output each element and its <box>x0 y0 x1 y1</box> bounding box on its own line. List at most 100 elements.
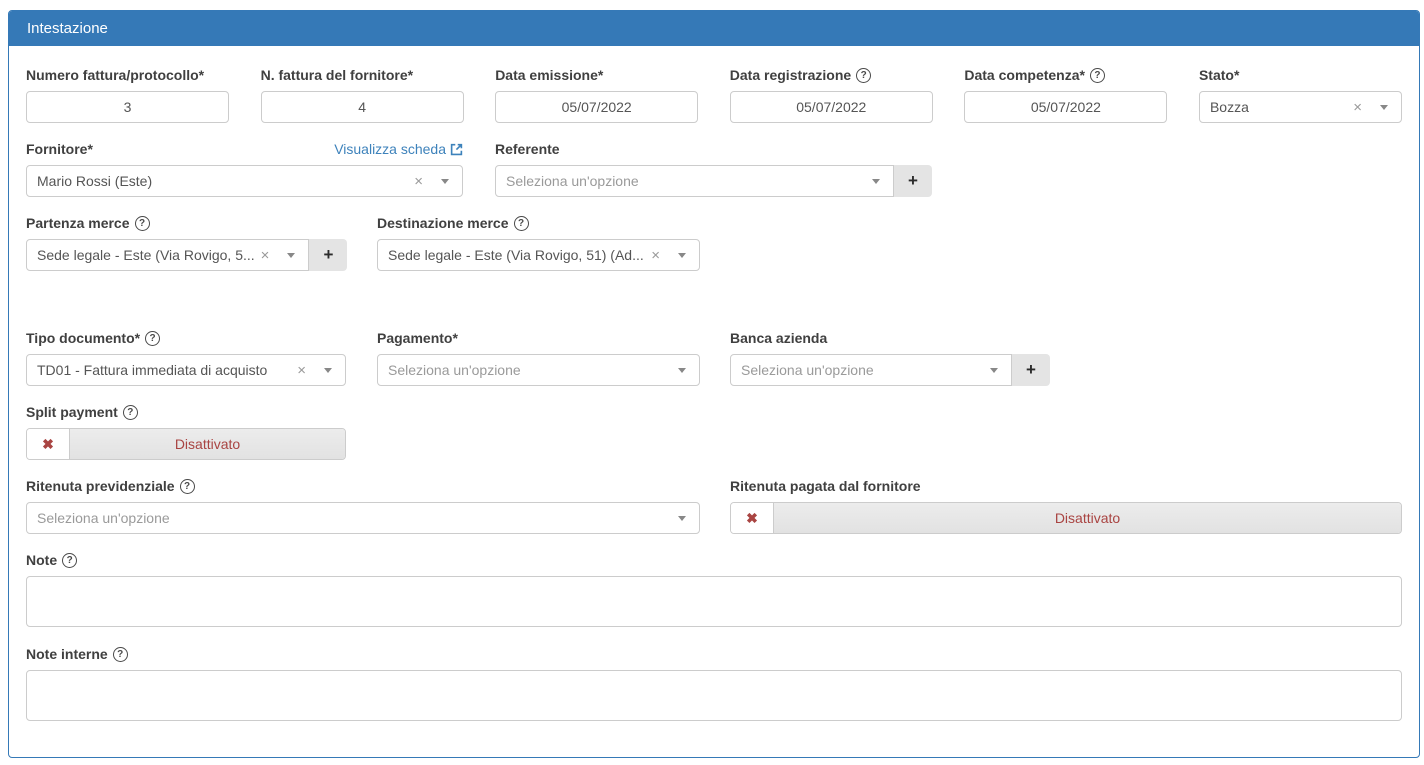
split-payment-state: Disattivato <box>70 429 345 459</box>
split-payment-toggle[interactable]: ✖ Disattivato <box>26 428 346 460</box>
field-data-registrazione: Data registrazione? <box>730 67 933 123</box>
n-fattura-fornitore-label: N. fattura del fornitore* <box>261 67 413 83</box>
dropdown-arrow-icon <box>678 368 686 373</box>
ritenuta-pagata-fornitore-toggle[interactable]: ✖ Disattivato <box>730 502 1402 534</box>
note-textarea[interactable] <box>26 576 1402 627</box>
dropdown-arrow-icon <box>441 179 449 184</box>
tipo-documento-select[interactable]: TD01 - Fattura immediata di acquisto × <box>26 354 346 386</box>
clear-icon[interactable]: × <box>261 248 270 263</box>
fornitore-selected-value: Mario Rossi (Este) <box>37 173 408 189</box>
help-icon[interactable]: ? <box>856 68 871 83</box>
field-n-fattura-fornitore: N. fattura del fornitore* <box>261 67 464 123</box>
panel-title: Intestazione <box>9 11 1419 46</box>
banca-azienda-select[interactable]: Seleziona un'opzione <box>730 354 1012 386</box>
help-icon[interactable]: ? <box>135 216 150 231</box>
data-emissione-input[interactable] <box>495 91 698 123</box>
field-ritenuta-previdenziale: Ritenuta previdenziale? Seleziona un'opz… <box>26 478 700 534</box>
field-pagamento: Pagamento* Seleziona un'opzione <box>377 330 700 386</box>
field-note: Note? <box>26 552 1402 627</box>
numero-fattura-input[interactable] <box>26 91 229 123</box>
visualizza-scheda-link[interactable]: Visualizza scheda <box>334 141 463 157</box>
pagamento-select[interactable]: Seleziona un'opzione <box>377 354 700 386</box>
destinazione-merce-selected-value: Sede legale - Este (Via Rovigo, 51) (Ad.… <box>388 247 645 263</box>
toggle-handle: ✖ <box>731 503 774 533</box>
stato-selected-value: Bozza <box>1210 99 1347 115</box>
destinazione-merce-label: Destinazione merce? <box>377 215 529 231</box>
data-competenza-input[interactable] <box>964 91 1167 123</box>
ritenuta-pagata-fornitore-label: Ritenuta pagata dal fornitore <box>730 478 921 494</box>
fornitore-select[interactable]: Mario Rossi (Este) × <box>26 165 463 197</box>
field-note-interne: Note interne? <box>26 646 1402 721</box>
toggle-off-icon: ✖ <box>746 511 758 525</box>
tipo-documento-label: Tipo documento*? <box>26 330 160 346</box>
ritenuta-previdenziale-select[interactable]: Seleziona un'opzione <box>26 502 700 534</box>
field-partenza-merce: Partenza merce? Sede legale - Este (Via … <box>26 215 345 271</box>
help-icon[interactable]: ? <box>62 553 77 568</box>
ritenuta-row: Ritenuta previdenziale? Seleziona un'opz… <box>26 478 1402 534</box>
field-tipo-documento: Tipo documento*? TD01 - Fattura immediat… <box>26 330 346 386</box>
fornitore-label: Fornitore* <box>26 141 93 157</box>
dropdown-arrow-icon <box>872 179 880 184</box>
field-stato: Stato* Bozza × <box>1199 67 1402 123</box>
ritenuta-previdenziale-label: Ritenuta previdenziale? <box>26 478 195 494</box>
data-competenza-label: Data competenza*? <box>964 67 1105 83</box>
help-icon[interactable]: ? <box>180 479 195 494</box>
field-fornitore: Fornitore* Visualizza scheda Mario Rossi… <box>26 141 463 197</box>
note-label: Note? <box>26 552 1402 568</box>
help-icon[interactable]: ? <box>145 331 160 346</box>
add-referente-button[interactable]: + <box>894 165 932 197</box>
external-link-icon <box>450 143 463 156</box>
field-data-competenza: Data competenza*? <box>964 67 1167 123</box>
ritenuta-previdenziale-placeholder: Seleziona un'opzione <box>37 510 678 526</box>
intestazione-panel: Intestazione Numero fattura/protocollo* … <box>8 10 1420 758</box>
dropdown-arrow-icon <box>678 516 686 521</box>
toggle-off-icon: ✖ <box>42 437 54 451</box>
clear-icon[interactable]: × <box>1353 100 1362 115</box>
add-partenza-merce-button[interactable]: + <box>309 239 347 271</box>
field-numero-fattura: Numero fattura/protocollo* <box>26 67 229 123</box>
field-banca-azienda: Banca azienda Seleziona un'opzione + <box>730 330 1050 386</box>
help-icon[interactable]: ? <box>514 216 529 231</box>
stato-label: Stato* <box>1199 67 1239 83</box>
n-fattura-fornitore-input[interactable] <box>261 91 464 123</box>
tipo-documento-selected-value: TD01 - Fattura immediata di acquisto <box>37 362 291 378</box>
field-split-payment: Split payment? ✖ Disattivato <box>26 404 346 460</box>
document-row-1: Tipo documento*? TD01 - Fattura immediat… <box>26 330 1402 386</box>
dropdown-arrow-icon <box>324 368 332 373</box>
help-icon[interactable]: ? <box>123 405 138 420</box>
ritenuta-pagata-fornitore-state: Disattivato <box>774 503 1401 533</box>
header-row-1: Numero fattura/protocollo* N. fattura de… <box>26 67 1402 123</box>
field-destinazione-merce: Destinazione merce? Sede legale - Este (… <box>377 215 700 271</box>
destinazione-merce-select[interactable]: Sede legale - Este (Via Rovigo, 51) (Ad.… <box>377 239 700 271</box>
clear-icon[interactable]: × <box>651 248 660 263</box>
clear-icon[interactable]: × <box>297 363 306 378</box>
clear-icon[interactable]: × <box>414 174 423 189</box>
field-data-emissione: Data emissione* <box>495 67 698 123</box>
plus-icon: + <box>323 245 333 265</box>
field-ritenuta-pagata-fornitore: Ritenuta pagata dal fornitore ✖ Disattiv… <box>730 478 1402 534</box>
add-banca-azienda-button[interactable]: + <box>1012 354 1050 386</box>
help-icon[interactable]: ? <box>1090 68 1105 83</box>
plus-icon: + <box>908 171 918 191</box>
header-row-3: Partenza merce? Sede legale - Este (Via … <box>26 215 1402 271</box>
field-referente: Referente Seleziona un'opzione + <box>495 141 932 197</box>
numero-fattura-label: Numero fattura/protocollo* <box>26 67 204 83</box>
banca-azienda-label: Banca azienda <box>730 330 827 346</box>
split-payment-label: Split payment? <box>26 404 138 420</box>
data-registrazione-input[interactable] <box>730 91 933 123</box>
dropdown-arrow-icon <box>990 368 998 373</box>
note-interne-textarea[interactable] <box>26 670 1402 721</box>
panel-body: Numero fattura/protocollo* N. fattura de… <box>9 46 1419 721</box>
header-row-2: Fornitore* Visualizza scheda Mario Rossi… <box>26 141 1402 197</box>
dropdown-arrow-icon <box>287 253 295 258</box>
plus-icon: + <box>1026 360 1036 380</box>
banca-azienda-placeholder: Seleziona un'opzione <box>741 362 990 378</box>
dropdown-arrow-icon <box>1380 105 1388 110</box>
stato-select[interactable]: Bozza × <box>1199 91 1402 123</box>
split-payment-row: Split payment? ✖ Disattivato <box>26 404 1402 460</box>
help-icon[interactable]: ? <box>113 647 128 662</box>
partenza-merce-select[interactable]: Sede legale - Este (Via Rovigo, 5... × <box>26 239 309 271</box>
referente-select[interactable]: Seleziona un'opzione <box>495 165 894 197</box>
partenza-merce-label: Partenza merce? <box>26 215 150 231</box>
dropdown-arrow-icon <box>678 253 686 258</box>
